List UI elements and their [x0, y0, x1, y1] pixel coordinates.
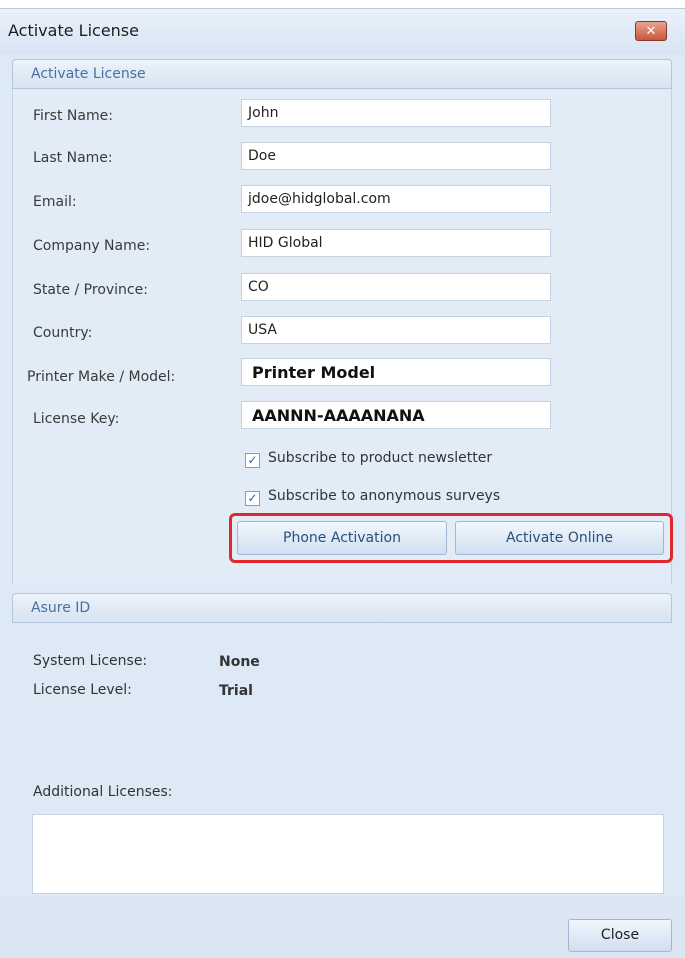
last-name-label: Last Name: [33, 150, 113, 166]
surveys-checkbox[interactable]: ✓ [245, 491, 260, 506]
activate-license-group-title: Activate License [31, 66, 146, 82]
additional-licenses-list[interactable] [32, 814, 664, 894]
license-level-label: License Level: [33, 682, 132, 698]
newsletter-checkbox-label: Subscribe to product newsletter [268, 450, 493, 466]
activate-online-button[interactable]: Activate Online [455, 521, 664, 555]
country-label: Country: [33, 325, 93, 341]
country-field[interactable]: USA [241, 316, 551, 344]
system-license-label: System License: [33, 653, 148, 669]
license-level-value: Trial [219, 683, 253, 699]
additional-licenses-label: Additional Licenses: [33, 784, 173, 800]
company-name-field[interactable]: HID Global [241, 229, 551, 257]
company-name-label: Company Name: [33, 238, 151, 254]
printer-model-field[interactable]: Printer Model [241, 358, 551, 386]
first-name-field[interactable]: John [241, 99, 551, 127]
close-icon[interactable]: ✕ [635, 21, 667, 41]
activate-license-group-header: Activate License [12, 59, 672, 89]
email-label: Email: [33, 194, 77, 210]
window-title: Activate License [8, 21, 139, 40]
printer-model-label: Printer Make / Model: [27, 369, 176, 385]
system-license-value: None [219, 654, 260, 670]
asure-id-group-header: Asure ID [12, 593, 672, 623]
license-key-label: License Key: [33, 411, 120, 427]
surveys-checkbox-row[interactable]: ✓ Subscribe to anonymous surveys [245, 488, 500, 506]
state-province-label: State / Province: [33, 282, 148, 298]
last-name-field[interactable]: Doe [241, 142, 551, 170]
email-field[interactable]: jdoe@hidglobal.com [241, 185, 551, 213]
title-bar: Activate License ✕ [0, 9, 685, 55]
license-key-field[interactable]: AANNN-AAAANANA [241, 401, 551, 429]
surveys-checkbox-label: Subscribe to anonymous surveys [268, 488, 501, 504]
close-button[interactable]: Close [568, 919, 672, 952]
activate-license-dialog: Activate License ✕ Activate License Firs… [0, 8, 685, 958]
asure-id-group-title: Asure ID [31, 600, 91, 616]
state-province-field[interactable]: CO [241, 273, 551, 301]
phone-activation-button[interactable]: Phone Activation [237, 521, 447, 555]
first-name-label: First Name: [33, 108, 113, 124]
newsletter-checkbox[interactable]: ✓ [245, 453, 260, 468]
newsletter-checkbox-row[interactable]: ✓ Subscribe to product newsletter [245, 450, 492, 468]
